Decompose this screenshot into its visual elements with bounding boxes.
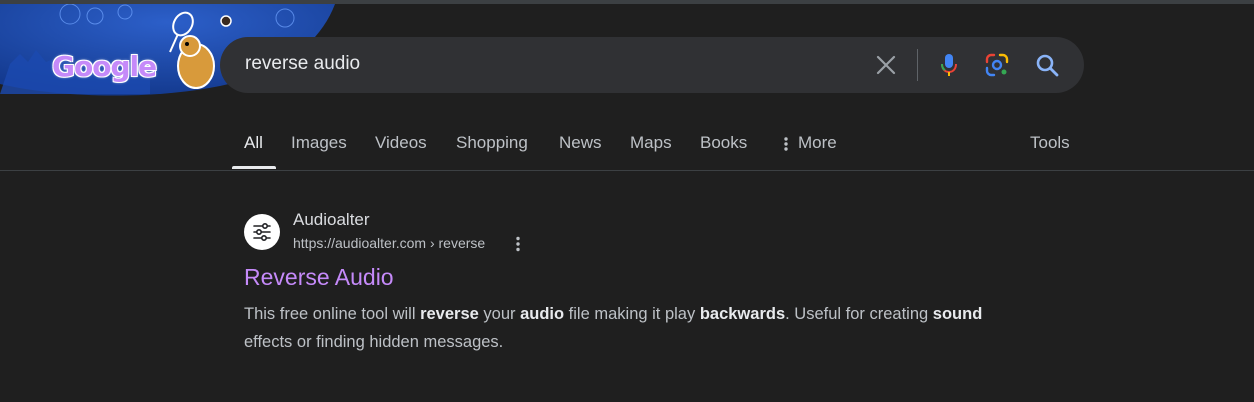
result-options-button[interactable] bbox=[512, 235, 524, 253]
snippet-keyword: audio bbox=[520, 305, 565, 323]
tab-more[interactable]: More bbox=[784, 133, 837, 153]
snippet-text: effects or finding hidden messages. bbox=[244, 333, 504, 351]
result-title-link[interactable]: Reverse Audio bbox=[244, 264, 394, 291]
snippet-keyword: reverse bbox=[420, 305, 479, 323]
tab-books[interactable]: Books bbox=[700, 133, 747, 153]
tab-all[interactable]: All bbox=[244, 133, 263, 153]
tab-more-label: More bbox=[798, 133, 837, 152]
snippet-keyword: sound bbox=[932, 305, 983, 323]
tab-shopping[interactable]: Shopping bbox=[456, 133, 528, 153]
google-lens-icon bbox=[985, 53, 1009, 77]
result-snippet: This free online tool will reverse your … bbox=[244, 300, 984, 356]
clear-search-button[interactable] bbox=[872, 51, 900, 79]
snippet-text: file making it play bbox=[564, 305, 700, 323]
snippet-text: . Useful for creating bbox=[785, 305, 933, 323]
search-icon bbox=[1036, 54, 1059, 77]
doodle-wordmark: Google bbox=[52, 50, 157, 83]
tab-videos[interactable]: Videos bbox=[375, 133, 427, 153]
sliders-icon bbox=[253, 222, 271, 242]
search-box: reverse audio bbox=[220, 37, 1084, 93]
tab-images[interactable]: Images bbox=[291, 133, 347, 153]
snippet-text: your bbox=[478, 305, 521, 323]
result-url[interactable]: https://audioalter.com › reverse bbox=[293, 235, 485, 251]
snippet-text: This free online tool will bbox=[244, 305, 421, 323]
site-favicon[interactable] bbox=[244, 214, 280, 250]
tabs-divider bbox=[0, 170, 1254, 171]
search-submit-button[interactable] bbox=[1032, 50, 1062, 80]
tab-maps[interactable]: Maps bbox=[630, 133, 672, 153]
active-tab-indicator bbox=[232, 166, 276, 169]
voice-search-button[interactable] bbox=[934, 50, 964, 80]
result-site-name[interactable]: Audioalter bbox=[293, 210, 370, 230]
more-vert-icon bbox=[784, 136, 788, 151]
search-divider bbox=[917, 49, 918, 81]
search-results-page: Google reverse audio All Images Videos S… bbox=[0, 0, 1254, 402]
tab-news[interactable]: News bbox=[559, 133, 602, 153]
microphone-icon bbox=[941, 54, 957, 76]
snippet-keyword: backwards bbox=[699, 305, 786, 323]
tools-button[interactable]: Tools bbox=[1030, 133, 1070, 153]
google-lens-button[interactable] bbox=[982, 50, 1012, 80]
close-icon bbox=[876, 55, 896, 75]
more-vert-icon bbox=[516, 236, 520, 252]
search-input[interactable]: reverse audio bbox=[245, 53, 360, 75]
